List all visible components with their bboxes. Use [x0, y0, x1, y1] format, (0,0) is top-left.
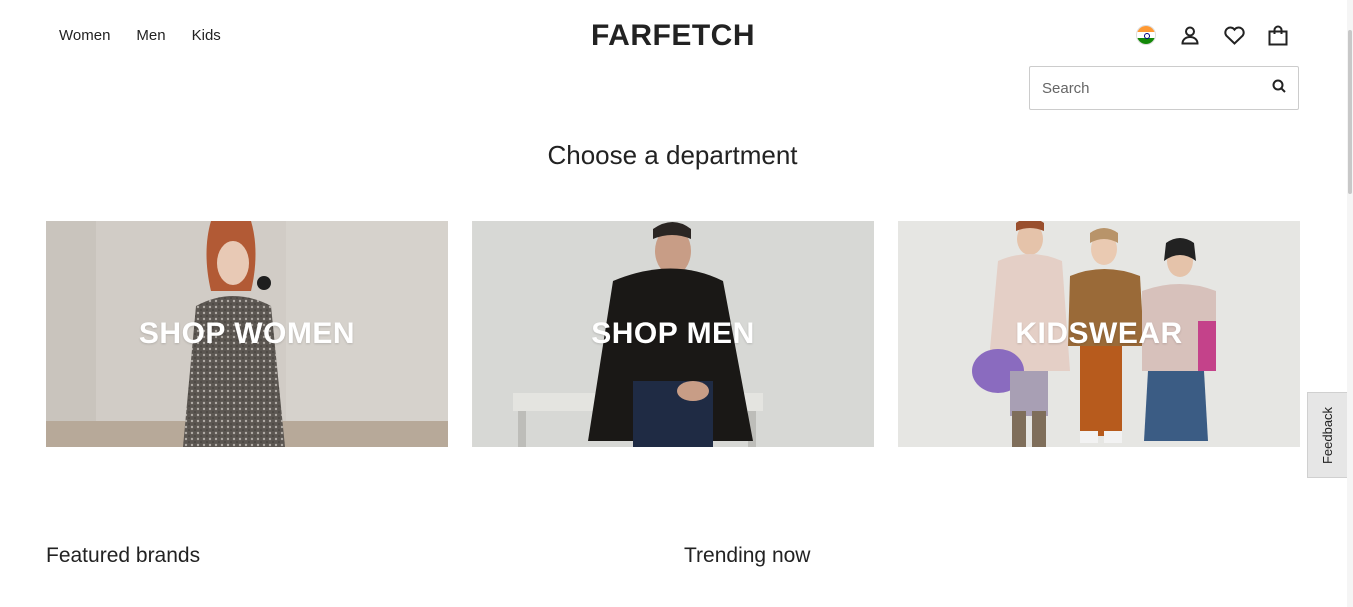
nav-men[interactable]: Men	[136, 27, 165, 44]
feedback-label: Feedback	[1320, 406, 1335, 464]
department-label-kids: KIDSWEAR	[1015, 317, 1183, 350]
trending-now-heading: Trending now	[684, 544, 811, 567]
department-card-kids[interactable]: KIDSWEAR	[898, 221, 1300, 447]
department-card-men[interactable]: SHOP MEN	[472, 221, 874, 447]
feedback-tab[interactable]: Feedback	[1307, 392, 1347, 478]
account-icon[interactable]	[1179, 24, 1201, 46]
wishlist-heart-icon[interactable]	[1223, 24, 1245, 46]
search-field	[1029, 66, 1299, 110]
department-label-women: SHOP WOMEN	[138, 317, 356, 350]
shopping-bag-icon[interactable]	[1267, 24, 1289, 46]
department-label-men: SHOP MEN	[591, 317, 755, 350]
department-nav: Women Men Kids	[59, 27, 221, 44]
farfetch-logo[interactable]: FARFETCH	[571, 20, 775, 52]
department-cards: SHOP WOMEN SHOP MEN KIDSWEAR	[46, 221, 1300, 447]
featured-brands-heading: Featured brands	[46, 544, 201, 567]
page-title: Choose a department	[547, 140, 798, 170]
page-scrollbar[interactable]	[1347, 0, 1353, 607]
header-actions	[1135, 24, 1289, 46]
scrollbar-thumb[interactable]	[1348, 30, 1352, 194]
nav-women[interactable]: Women	[59, 27, 110, 44]
department-card-women[interactable]: SHOP WOMEN	[46, 221, 448, 447]
india-flag-icon[interactable]	[1135, 24, 1157, 46]
nav-kids[interactable]: Kids	[192, 27, 221, 44]
search-icon[interactable]	[1272, 79, 1286, 98]
search-input[interactable]	[1042, 79, 1272, 97]
